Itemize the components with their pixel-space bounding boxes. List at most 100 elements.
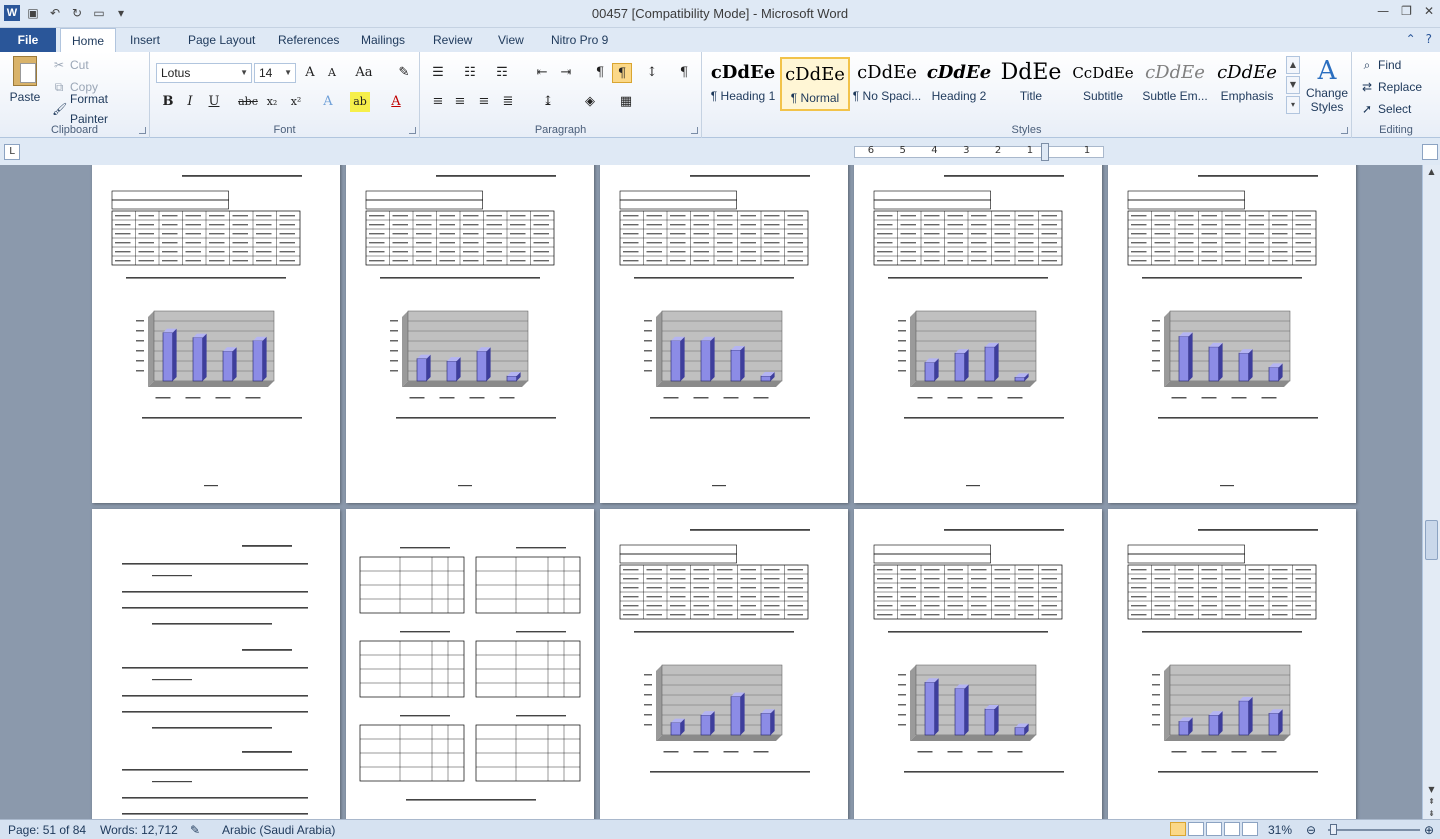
italic-button[interactable]: I	[180, 92, 200, 112]
bold-button[interactable]: B	[158, 92, 178, 112]
document-page[interactable]	[1108, 165, 1356, 503]
superscript-button[interactable]: x²	[286, 92, 306, 112]
decrease-indent-icon[interactable]: ⇤	[532, 63, 552, 83]
multilevel-list-icon[interactable]: ☶	[492, 63, 512, 83]
paste-button[interactable]: Paste	[6, 56, 44, 112]
change-case-icon[interactable]: Aa	[354, 63, 374, 83]
rtl-icon[interactable]: ¶	[612, 63, 632, 83]
word-count[interactable]: Words: 12,712	[100, 823, 178, 837]
line-spacing-icon[interactable]: ↨	[538, 92, 558, 112]
document-page[interactable]	[600, 509, 848, 819]
restore-icon[interactable]: ❐	[1401, 4, 1412, 18]
zoom-in-icon[interactable]: ⊕	[1424, 823, 1434, 837]
grow-font-icon[interactable]: A	[300, 63, 320, 83]
text-effects-icon[interactable]: A	[318, 92, 338, 112]
align-left-icon[interactable]: ≡	[428, 92, 448, 112]
previous-page-icon[interactable]: ⇞	[1425, 797, 1438, 809]
document-page[interactable]	[346, 165, 594, 503]
increase-indent-icon[interactable]: ⇥	[556, 63, 576, 83]
page-count[interactable]: Page: 51 of 84	[8, 823, 86, 837]
zoom-slider[interactable]	[1328, 824, 1420, 835]
tab-selector-icon[interactable]: L	[4, 144, 20, 160]
scroll-down-icon[interactable]: ▼	[1425, 785, 1438, 797]
document-page[interactable]	[346, 509, 594, 819]
minimize-icon[interactable]: —	[1377, 4, 1389, 18]
zoom-level[interactable]: 31%	[1268, 823, 1292, 837]
paragraph-launcher-icon[interactable]	[691, 127, 698, 134]
styles-more-icon[interactable]: ▾	[1286, 96, 1300, 114]
tab-page-layout[interactable]: Page Layout	[180, 28, 263, 52]
collapse-ribbon-icon[interactable]: ⌃	[1406, 32, 1416, 46]
styles-launcher-icon[interactable]	[1341, 127, 1348, 134]
style-subtle-emphasis[interactable]: cDdEe Subtle Em...	[1140, 57, 1210, 111]
sort-icon[interactable]: ↕	[642, 63, 662, 83]
style-emphasis[interactable]: cDdEe Emphasis	[1212, 57, 1282, 111]
clear-formatting-icon[interactable]: ✎	[394, 63, 414, 83]
tab-home[interactable]: Home	[60, 28, 116, 53]
style-heading-2[interactable]: cDdEe Heading 2	[924, 57, 994, 111]
ltr-icon[interactable]: ¶	[590, 63, 610, 83]
help-icon[interactable]: ?	[1426, 32, 1432, 46]
select-button[interactable]: ➚ Select	[1360, 99, 1411, 119]
cut-button[interactable]: ✂ Cut	[52, 55, 89, 75]
borders-icon[interactable]: ▦	[616, 92, 636, 112]
tab-review[interactable]: Review	[425, 28, 480, 52]
style-no-spacing[interactable]: cDdEe ¶ No Spaci...	[852, 57, 922, 111]
strikethrough-button[interactable]: abc	[238, 92, 258, 112]
view-ruler-icon[interactable]	[1422, 144, 1438, 160]
tab-references[interactable]: References	[270, 28, 347, 52]
outline-icon[interactable]	[1224, 822, 1240, 836]
align-right-icon[interactable]: ≡	[474, 92, 494, 112]
document-page[interactable]	[92, 509, 340, 819]
styles-scroll-down-icon[interactable]: ▼	[1286, 76, 1300, 94]
style-subtitle[interactable]: CcDdEe Subtitle	[1068, 57, 1138, 111]
document-page[interactable]	[854, 509, 1102, 819]
numbering-icon[interactable]: ☷	[460, 63, 480, 83]
full-screen-reading-icon[interactable]	[1188, 822, 1204, 836]
styles-scroll-up-icon[interactable]: ▲	[1286, 56, 1300, 74]
zoom-out-icon[interactable]: ⊖	[1306, 823, 1316, 837]
scroll-thumb[interactable]	[1425, 520, 1438, 560]
style-normal[interactable]: cDdEe ¶ Normal	[780, 57, 850, 111]
underline-button[interactable]: U	[204, 92, 224, 112]
print-layout-icon[interactable]	[1170, 822, 1186, 836]
style-heading-1[interactable]: cDdEe ¶ Heading 1	[708, 57, 778, 111]
format-painter-button[interactable]: 🖌 Format Painter	[52, 92, 149, 126]
document-page[interactable]	[854, 165, 1102, 503]
zoom-slider-knob[interactable]	[1330, 824, 1337, 835]
style-title[interactable]: DdEe Title	[996, 57, 1066, 111]
highlight-icon[interactable]: ab	[350, 92, 370, 112]
clipboard-launcher-icon[interactable]	[139, 127, 146, 134]
font-color-icon[interactable]: A	[386, 92, 406, 112]
find-button[interactable]: ⌕ Find	[1360, 55, 1402, 75]
close-icon[interactable]: ✕	[1424, 4, 1434, 18]
horizontal-ruler[interactable]: 6 5 4 3 2 1 1	[854, 143, 1104, 161]
language[interactable]: Arabic (Saudi Arabia)	[222, 823, 335, 837]
shrink-font-icon[interactable]: A	[322, 63, 342, 83]
change-styles-button[interactable]: A Change Styles	[1304, 56, 1350, 114]
indent-marker[interactable]	[1041, 143, 1049, 161]
scroll-up-icon[interactable]: ▲	[1425, 167, 1438, 179]
draft-icon[interactable]	[1242, 822, 1258, 836]
web-layout-icon[interactable]	[1206, 822, 1222, 836]
tab-file[interactable]: File	[0, 28, 56, 52]
tab-mailings[interactable]: Mailings	[353, 28, 413, 52]
bullets-icon[interactable]: ☰	[428, 63, 448, 83]
align-center-icon[interactable]: ≡	[450, 92, 470, 112]
document-area[interactable]	[0, 165, 1422, 819]
shading-icon[interactable]: ◈	[580, 92, 600, 112]
font-name-box[interactable]: Lotus ▼	[156, 63, 252, 83]
replace-button[interactable]: ⇄ Replace	[1360, 77, 1422, 97]
vertical-scrollbar[interactable]: ▲ ▼ ⇞ ⇟	[1422, 165, 1440, 819]
tab-nitro[interactable]: Nitro Pro 9	[543, 28, 616, 52]
document-page[interactable]	[92, 165, 340, 503]
subscript-button[interactable]: x₂	[262, 92, 282, 112]
tab-view[interactable]: View	[490, 28, 532, 52]
show-formatting-icon[interactable]: ¶	[674, 63, 694, 83]
font-launcher-icon[interactable]	[409, 127, 416, 134]
proofing-icon[interactable]: ✎	[190, 823, 200, 837]
document-page[interactable]	[1108, 509, 1356, 819]
tab-insert[interactable]: Insert	[122, 28, 168, 52]
justify-icon[interactable]: ≣	[498, 92, 518, 112]
document-page[interactable]	[600, 165, 848, 503]
